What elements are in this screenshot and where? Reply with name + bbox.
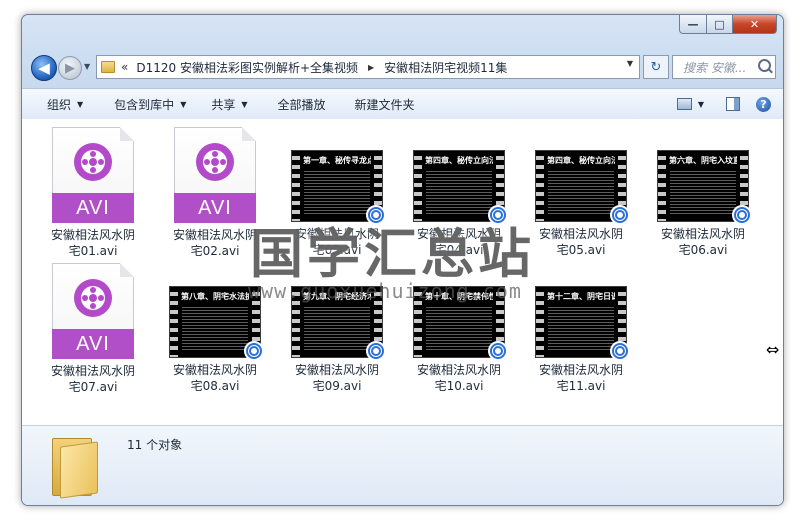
- include-library-menu[interactable]: 包含到库中 ▼: [114, 96, 186, 113]
- thumbnail-heading: 第四章、秘传立向法诀: [547, 156, 615, 165]
- search-input[interactable]: 搜索 安徽...: [672, 55, 776, 79]
- breadcrumb-separator-icon[interactable]: ▶: [368, 63, 374, 72]
- preview-pane-icon[interactable]: [726, 97, 740, 111]
- search-icon[interactable]: [758, 59, 771, 72]
- media-player-badge-icon: [488, 341, 508, 361]
- breadcrumb-current[interactable]: 安徽相法阴宅视频11集: [384, 59, 507, 76]
- view-options-chevron-icon[interactable]: ▼: [698, 100, 704, 109]
- avi-file-icon: AVI: [52, 127, 134, 223]
- file-item[interactable]: 第十二章、阴宅日课的选 安徽相法风水阴宅11.avi: [526, 263, 636, 394]
- forward-button[interactable]: ▶: [58, 56, 82, 80]
- chevron-down-icon: ▼: [77, 99, 84, 109]
- chevron-down-icon: ▼: [180, 99, 187, 109]
- breadcrumb-overflow-chevron[interactable]: «: [121, 60, 128, 74]
- minimize-button[interactable]: —: [679, 15, 707, 34]
- change-view-icon[interactable]: [676, 98, 692, 110]
- file-name: 安徽相法风水阴宅08.avi: [172, 363, 257, 393]
- thumbnail-heading: 第六章、阴宅入坟直断: [669, 156, 737, 165]
- address-bar[interactable]: « D1120 安徽相法彩图实例解析+全集视频 ▶ 安徽相法阴宅视频11集 ▼: [96, 55, 640, 79]
- media-player-badge-icon: [610, 205, 630, 225]
- refresh-button[interactable]: ↻: [643, 55, 669, 79]
- video-thumbnail: 第十二章、阴宅日课的选: [535, 286, 630, 361]
- details-pane: 11 个对象: [22, 425, 783, 505]
- resize-cursor-icon: ⇔: [766, 340, 780, 359]
- film-strip: [414, 151, 422, 221]
- command-bar: 组织 ▼ 包含到库中 ▼ 共享 ▼ 全部播放 新建文件夹 ▼ ?: [22, 88, 783, 120]
- folder-icon: [101, 61, 115, 73]
- chevron-down-icon: ▼: [241, 99, 248, 109]
- film-reel-icon: [74, 279, 112, 317]
- help-icon[interactable]: ?: [756, 96, 771, 112]
- film-strip: [170, 287, 178, 357]
- recent-pages-dropdown[interactable]: ▼: [84, 62, 90, 71]
- item-count: 11 个对象: [127, 438, 183, 452]
- file-name: 安徽相法风水阴宅09.avi: [294, 363, 379, 393]
- film-reel-icon: [196, 143, 234, 181]
- share-label: 共享: [211, 97, 236, 112]
- thumbnail-heading: 第十二章、阴宅日课的选: [547, 292, 615, 301]
- film-strip: [658, 151, 666, 221]
- address-dropdown-icon[interactable]: ▼: [627, 59, 633, 68]
- file-type-tag: AVI: [174, 193, 256, 223]
- thumbnail-heading: 第一章、秘传寻龙点穴之: [303, 156, 371, 165]
- file-name: 安徽相法风水阴宅10.avi: [416, 363, 501, 393]
- file-type-tag: AVI: [52, 193, 134, 223]
- media-player-badge-icon: [610, 341, 630, 361]
- file-item[interactable]: 第六章、阴宅入坟直断 安徽相法风水阴宅06.avi: [648, 127, 758, 258]
- thumbnail-heading: 第八章、阴宅水法扩解: [181, 292, 249, 301]
- close-button[interactable]: ✕: [733, 15, 777, 34]
- new-folder-button[interactable]: 新建文件夹: [355, 96, 415, 113]
- file-item[interactable]: 第四章、秘传立向法诀 安徽相法风水阴宅05.avi: [526, 127, 636, 258]
- watermark-text: 国学汇总站: [250, 224, 535, 285]
- watermark-url: www.guoxuehuizong.com: [248, 279, 522, 303]
- media-player-badge-icon: [366, 341, 386, 361]
- back-button[interactable]: ◀: [31, 55, 57, 81]
- thumbnail-heading: 第四章、秘传立向法诀: [425, 156, 493, 165]
- film-strip: [536, 287, 544, 357]
- file-name: 安徽相法风水阴宅11.avi: [538, 363, 623, 393]
- organize-menu[interactable]: 组织 ▼: [47, 96, 83, 113]
- video-thumbnail: 第六章、阴宅入坟直断: [657, 150, 752, 225]
- file-item[interactable]: AVI 安徽相法风水阴宅01.avi: [38, 127, 148, 259]
- play-all-button[interactable]: 全部播放: [278, 96, 326, 113]
- film-strip: [292, 151, 300, 221]
- file-type-tag: AVI: [52, 329, 134, 359]
- maximize-button[interactable]: □: [707, 15, 733, 34]
- search-placeholder: 搜索 安徽...: [683, 60, 747, 75]
- media-player-badge-icon: [732, 205, 752, 225]
- video-thumbnail: 第四章、秘传立向法诀: [535, 150, 630, 225]
- window-controls: — □ ✕: [679, 15, 777, 34]
- film-reel-icon: [74, 143, 112, 181]
- file-name: 安徽相法风水阴宅07.avi: [50, 364, 135, 394]
- organize-label: 组织: [47, 97, 72, 112]
- avi-file-icon: AVI: [174, 127, 256, 223]
- folder-icon: [52, 434, 98, 499]
- media-player-badge-icon: [244, 341, 264, 361]
- breadcrumb-parent[interactable]: D1120 安徽相法彩图实例解析+全集视频: [136, 59, 358, 76]
- share-menu[interactable]: 共享 ▼: [211, 96, 247, 113]
- film-strip: [536, 151, 544, 221]
- avi-file-icon: AVI: [52, 263, 134, 359]
- file-name: 安徽相法风水阴宅01.avi: [50, 228, 135, 258]
- include-library-label: 包含到库中: [114, 97, 175, 112]
- file-name: 安徽相法风水阴宅05.avi: [538, 227, 623, 257]
- file-name: 安徽相法风水阴宅06.avi: [660, 227, 745, 257]
- file-item[interactable]: AVI 安徽相法风水阴宅07.avi: [38, 263, 148, 395]
